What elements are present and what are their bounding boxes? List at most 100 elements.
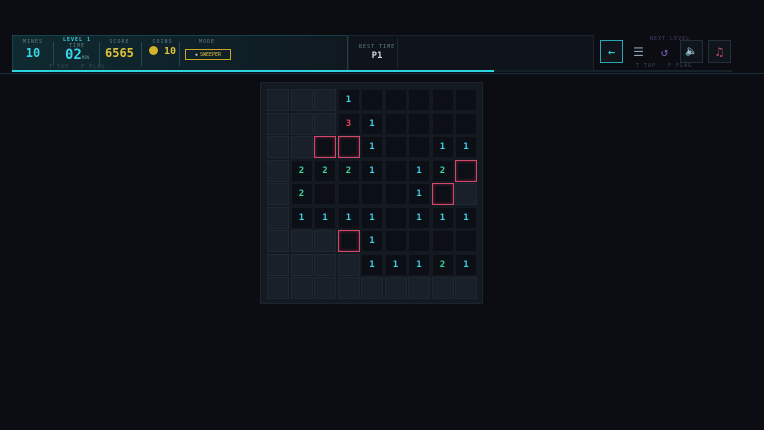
number-cell[interactable]: 1 [455,253,477,276]
revealed-cell[interactable] [455,89,477,111]
hidden-cell[interactable] [267,206,289,229]
number-cell[interactable]: 1 [361,206,383,229]
flagged-cell[interactable] [337,136,360,158]
number-cell[interactable]: 1 [361,159,383,182]
hidden-cell[interactable] [267,159,289,182]
revealed-cell[interactable] [431,112,454,135]
number-cell[interactable]: 3 [337,112,360,135]
hidden-cell[interactable] [314,230,336,252]
revealed-cell[interactable] [384,112,407,135]
speaker-icon: 🔈 [685,46,698,57]
hidden-cell[interactable] [290,89,313,111]
menu-button[interactable]: ☰ [627,40,650,63]
hidden-cell[interactable] [314,112,336,135]
number-cell[interactable]: 1 [408,183,430,205]
hidden-cell[interactable] [290,230,313,252]
hidden-cell[interactable] [267,89,289,111]
revealed-cell[interactable] [384,89,407,111]
revealed-cell[interactable] [384,183,407,205]
hidden-cell[interactable] [290,277,313,299]
number-cell[interactable]: 1 [431,206,454,229]
number-cell[interactable]: 1 [337,206,360,229]
number-cell[interactable]: 1 [408,253,430,276]
hidden-cell[interactable] [337,253,360,276]
revealed-cell[interactable] [384,206,407,229]
hidden-cell[interactable] [267,183,289,205]
hidden-cell[interactable] [267,277,289,299]
hidden-cell[interactable] [267,112,289,135]
sound-button[interactable]: 🔈 [680,40,703,63]
revealed-cell[interactable] [384,159,407,182]
number-cell[interactable]: 1 [455,206,477,229]
right-hints-text: T TAP · F FLAG [636,63,693,69]
number-cell[interactable]: 1 [361,112,383,135]
number-cell[interactable]: 1 [361,253,383,276]
time-digits: 02 [64,47,82,63]
revealed-cell[interactable] [337,183,360,205]
music-note-icon: ♫ [715,44,724,59]
arrow-left-icon: ← [607,44,616,59]
restart-button[interactable]: ↺ [653,40,676,63]
number-cell[interactable]: 1 [290,206,313,229]
hidden-cell[interactable] [431,277,454,299]
number-cell[interactable]: 2 [431,159,454,182]
mode-stat: MODE [199,39,215,45]
number-cell[interactable]: 2 [290,159,313,182]
number-cell[interactable]: 1 [361,230,383,252]
flagged-cell[interactable] [314,136,336,158]
number-cell[interactable]: 2 [314,159,336,182]
hidden-cell[interactable] [361,277,383,299]
flagged-cell[interactable] [337,230,360,252]
revealed-cell[interactable] [314,183,336,205]
revealed-cell[interactable] [361,183,383,205]
hidden-cell[interactable] [267,230,289,252]
hidden-cell[interactable] [290,136,313,158]
number-cell[interactable]: 1 [455,136,477,158]
number-cell[interactable]: 1 [431,136,454,158]
revealed-cell[interactable] [408,230,430,252]
hidden-cell[interactable] [314,277,336,299]
hidden-cell[interactable] [455,183,477,205]
hidden-cell[interactable] [314,89,336,111]
hud-divider [141,42,142,66]
revealed-cell[interactable] [361,89,383,111]
revealed-cell[interactable] [384,230,407,252]
revealed-cell[interactable] [408,89,430,111]
hidden-cell[interactable] [384,277,407,299]
hidden-cell[interactable] [408,277,430,299]
number-cell[interactable]: 1 [337,89,360,111]
number-cell[interactable]: 2 [337,159,360,182]
revealed-cell[interactable] [431,89,454,111]
menu-icon: ☰ [633,44,644,59]
hidden-cell[interactable] [290,112,313,135]
coins-stat: COINS 10 [149,39,176,57]
number-cell[interactable]: 2 [290,183,313,205]
hidden-cell[interactable] [267,136,289,158]
revealed-cell[interactable] [408,112,430,135]
revealed-cell[interactable] [431,230,454,252]
number-cell[interactable]: 1 [384,253,407,276]
revealed-cell[interactable] [455,112,477,135]
music-button[interactable]: ♫ [708,40,731,63]
mode-selector[interactable]: ✹ SWEEPER [185,49,231,60]
score-value: 6565 [105,46,134,60]
number-cell[interactable]: 1 [408,206,430,229]
number-cell[interactable]: 1 [314,206,336,229]
revealed-cell[interactable] [384,136,407,158]
player-value: P1 [371,51,383,61]
hidden-cell[interactable] [337,277,360,299]
hidden-cell[interactable] [314,253,336,276]
flagged-cell[interactable] [455,159,477,182]
number-cell[interactable]: 2 [431,253,454,276]
back-button[interactable]: ← [600,40,623,63]
flagged-cell[interactable] [431,183,454,205]
revealed-cell[interactable] [455,230,477,252]
number-cell[interactable]: 1 [361,136,383,158]
revealed-cell[interactable] [408,136,430,158]
time-unit: MIN [81,55,90,60]
hidden-cell[interactable] [267,253,289,276]
hidden-cell[interactable] [455,277,477,299]
hidden-cell[interactable] [290,253,313,276]
coins-count: 10 [164,46,177,57]
number-cell[interactable]: 1 [408,159,430,182]
